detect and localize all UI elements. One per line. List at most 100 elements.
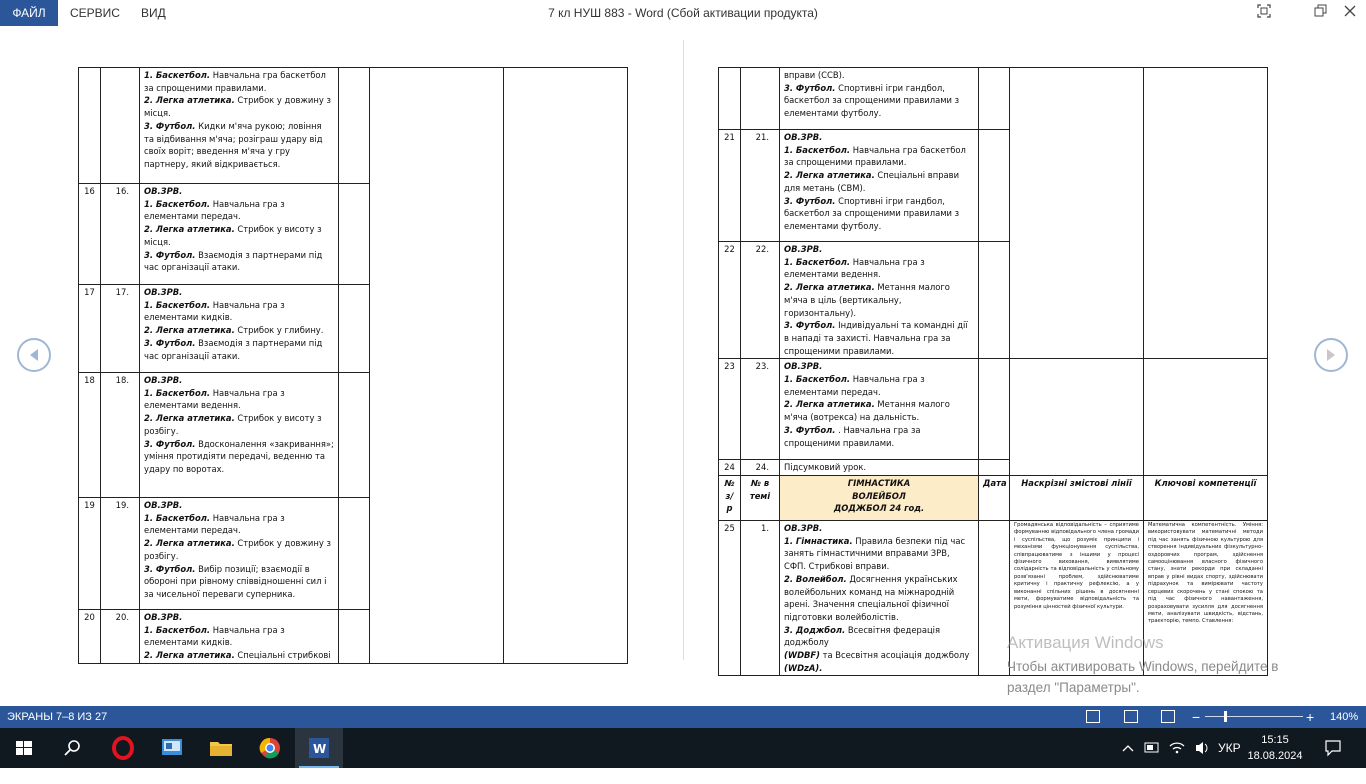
row-content: ОВ.ЗРВ. 1. Баскетбол. Навчальна гра з еле…	[779, 358, 979, 461]
content-line-heading: 1. Баскетбол.	[144, 624, 211, 635]
row-number: 24	[718, 459, 741, 477]
row-number: 21	[718, 129, 741, 242]
zoom-out-button[interactable]: −	[1192, 706, 1200, 728]
content-line: 1. Баскетбол. Навчальна гра з елементами…	[144, 624, 334, 649]
row-number: 23	[718, 358, 741, 461]
content-line-text: Стрибок у глибину.	[234, 325, 324, 336]
content-line: 1. Баскетбол. Навчальна гра з елементами…	[144, 299, 334, 324]
content-line: 2. Легка атлетика. Стрибок у висоту з ро…	[144, 412, 334, 437]
control-panel-icon[interactable]	[148, 728, 196, 768]
content-line-heading: 1. Баскетбол.	[784, 256, 851, 267]
menu-view[interactable]: ВИД	[141, 0, 166, 26]
content-line: 1. Баскетбол. Навчальна гра з елементами…	[784, 256, 974, 281]
content-line: 3. Футбол. . Навчальна гра за спрощеними…	[784, 424, 974, 449]
row-competences	[1143, 358, 1268, 477]
content-line: 3. Футбол. Взаємодія з партнерами під ча…	[144, 337, 334, 362]
close-icon[interactable]	[1340, 4, 1360, 21]
chrome-icon[interactable]	[246, 728, 294, 768]
content-line-heading: 3. Футбол.	[144, 438, 196, 449]
content-line-heading: 1. Баскетбол.	[144, 387, 211, 398]
menu-file[interactable]: ФАЙЛ	[0, 0, 58, 26]
word-icon[interactable]: W	[295, 728, 343, 768]
menu-service[interactable]: СЕРВИС	[70, 0, 120, 26]
content-line: ОВ.ЗРВ.	[144, 611, 334, 624]
prev-screen-arrow-icon[interactable]	[17, 338, 51, 372]
content-line: ОВ.ЗРВ.	[144, 499, 334, 512]
content-line-heading: 1. Баскетбол.	[144, 70, 211, 80]
row-date	[338, 67, 370, 184]
content-line: вправи (ССВ).	[784, 69, 974, 82]
watermark-line: раздел "Параметры".	[1007, 680, 1140, 695]
content-line: 3. Футбол. Спортивні ігри гандбол, баске…	[784, 82, 974, 120]
content-line-heading: 3. Футбол.	[144, 249, 196, 260]
taskbar: W УКР 15:15 18.08.2024	[0, 728, 1366, 768]
content-line: 1. Баскетбол. Навчальна гра з елементами…	[144, 198, 334, 223]
zoom-slider[interactable]	[1205, 716, 1303, 717]
clock-date: 18.08.2024	[1247, 750, 1303, 762]
content-line: 1. Баскетбол. Навчальна гра баскетбол за…	[144, 69, 334, 94]
header-col-content-lines: Наскрізні змістові лінії	[1009, 475, 1144, 522]
content-line-heading: 3. Футбол.	[784, 424, 836, 435]
title-bar: ФАЙЛ СЕРВИС ВИД 7 кл НУШ 883 - Word (Сбо…	[0, 0, 1366, 26]
content-line: 1. Баскетбол. Навчальна гра баскетбол за…	[784, 144, 974, 169]
row-content-lines	[1009, 66, 1144, 360]
content-line-heading: 3. Футбол.	[784, 82, 836, 93]
content-line: ОВ.ЗРВ.	[784, 522, 974, 535]
row-number: 20	[78, 609, 101, 664]
row-content: ОВ.ЗРВ. 1. Баскетбол. Навчальна гра з еле…	[139, 284, 339, 373]
content-line: 2. Легка атлетика. Стрибок у глибину.	[144, 324, 334, 337]
row-date	[338, 609, 370, 664]
show-hidden-icons-icon[interactable]	[1121, 728, 1135, 784]
content-line-heading: (WDzA).	[784, 662, 823, 673]
content-line: 1. Гімнастика. Правила безпеки під час з…	[784, 535, 974, 573]
volume-icon[interactable]	[1194, 728, 1212, 784]
content-line: (WDBF) та Всесвітня асоціація доджболу	[784, 649, 974, 662]
file-explorer-icon[interactable]	[197, 728, 245, 768]
web-layout-icon[interactable]	[1161, 710, 1175, 723]
notifications-icon[interactable]	[1324, 728, 1342, 784]
row-number	[718, 67, 741, 130]
header-col-date: Дата	[978, 475, 1010, 522]
next-screen-arrow-icon[interactable]	[1314, 338, 1348, 372]
row-topic-number: 1.	[740, 520, 780, 677]
content-line: 2. Легка атлетика. Стрибок у довжину з м…	[144, 94, 334, 119]
content-line-heading: 1. Баскетбол.	[144, 512, 211, 523]
read-mode-icon[interactable]	[1086, 710, 1100, 723]
content-line-heading: ОВ.ЗРВ.	[784, 244, 823, 254]
content-line-heading: 2. Легка атлетика.	[144, 224, 235, 235]
content-line: 1. Баскетбол. Навчальна гра з елементами…	[144, 387, 334, 412]
activation-watermark: Активация Windows Чтобы активировать Win…	[1007, 633, 1278, 698]
section-title-line: ГІМНАСТИКА	[847, 478, 911, 489]
language-indicator[interactable]: УКР	[1218, 728, 1241, 768]
content-line-heading: 1. Баскетбол.	[144, 299, 211, 310]
restore-icon[interactable]	[1311, 4, 1331, 21]
content-line-heading: (WDBF)	[784, 650, 820, 661]
windows-start-icon[interactable]	[0, 728, 48, 768]
print-layout-icon[interactable]	[1124, 710, 1138, 723]
zoom-slider-thumb[interactable]	[1223, 711, 1227, 722]
table-row: вправи (ССВ). 3. Футбол. Спортивні ігри г…	[718, 66, 1268, 360]
content-line: 2. Легка атлетика. Спеціальні вправи для…	[784, 169, 974, 194]
content-line-heading: ОВ.ЗРВ.	[144, 287, 183, 297]
table-row: 23 23. ОВ.ЗРВ. 1. Баскетбол. Навчальна гра …	[718, 358, 1268, 477]
row-content: ОВ.ЗРВ. 1. Баскетбол. Навчальна гра з еле…	[779, 240, 979, 360]
page-divider	[683, 40, 684, 660]
content-line-heading: ОВ.ЗРВ.	[784, 361, 823, 372]
content-line: ОВ.ЗРВ.	[144, 374, 334, 387]
content-line-heading: 2. Легка атлетика.	[784, 282, 875, 293]
content-line: 1. Баскетбол. Навчальна гра з елементами…	[784, 373, 974, 398]
wifi-icon[interactable]	[1168, 728, 1186, 784]
content-line: 1. Баскетбол. Навчальна гра з елементами…	[144, 512, 334, 537]
zoom-in-button[interactable]: +	[1306, 706, 1314, 728]
battery-icon[interactable]	[1143, 728, 1161, 784]
content-line-heading: 1. Баскетбол.	[784, 374, 851, 385]
row-content: ОВ.ЗРВ. 1. Баскетбол. Навчальна гра баске…	[779, 129, 979, 242]
row-content: ОВ.ЗРВ. 1. Гімнастика. Правила безпеки пі…	[779, 520, 979, 677]
zoom-level[interactable]: 140%	[1330, 706, 1358, 728]
fullscreen-icon[interactable]	[1254, 4, 1274, 21]
system-clock[interactable]: 15:15 18.08.2024	[1240, 732, 1310, 764]
opera-icon[interactable]	[99, 728, 147, 768]
content-line: ОВ.ЗРВ.	[144, 286, 334, 299]
section-title-line: ДОДЖБОЛ 24 год.	[833, 503, 925, 514]
search-icon[interactable]	[48, 728, 96, 768]
